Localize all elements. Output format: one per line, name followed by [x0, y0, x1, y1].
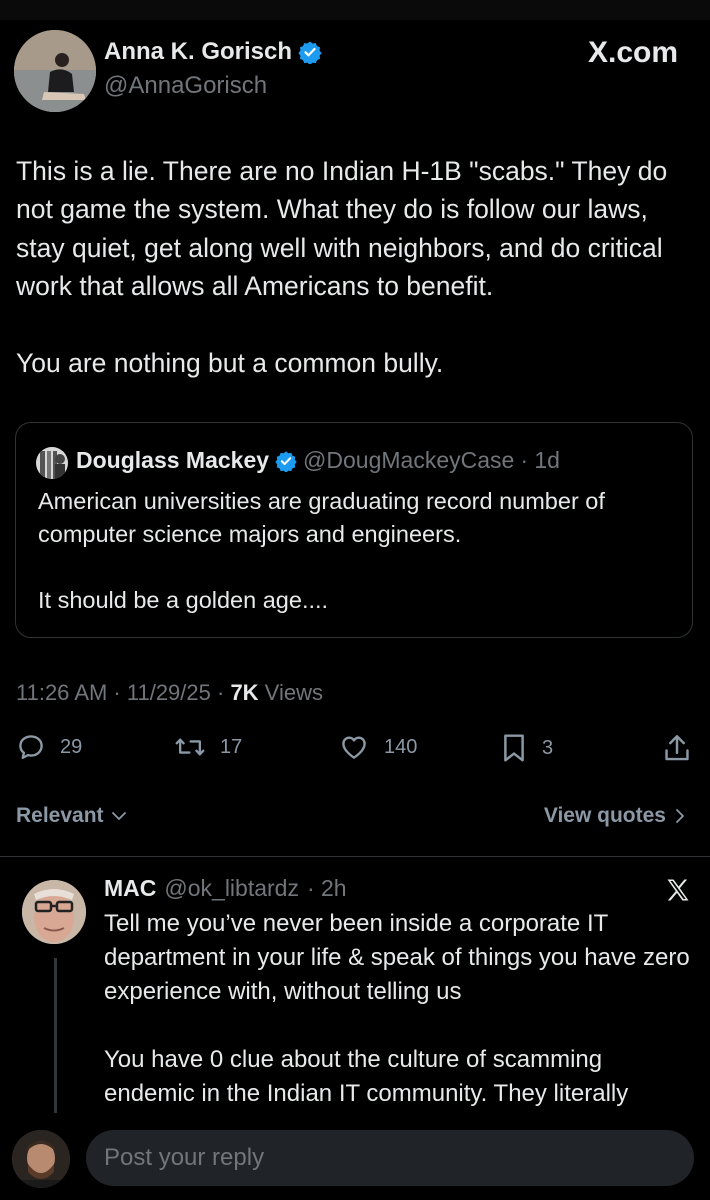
share-button[interactable]	[662, 732, 692, 764]
views-label: Views	[258, 680, 323, 705]
author-handle[interactable]: @AnnaGorisch	[104, 72, 267, 100]
quote-age: · 1d	[520, 447, 560, 473]
site-label: X.com	[587, 36, 678, 69]
reply-author-name[interactable]: MAC	[104, 875, 156, 902]
tweet-paragraph: You are nothing but a common bully.	[16, 347, 444, 378]
reply-paragraph: Tell me you’ve never been inside a corpo…	[104, 910, 690, 1005]
divider	[0, 856, 710, 857]
repost-icon	[175, 738, 205, 756]
author-name[interactable]: Anna K. Gorisch	[104, 38, 292, 66]
quote-paragraph: It should be a golden age....	[38, 587, 329, 613]
tweet-text: This is a lie. There are no Indian H-1B …	[16, 152, 696, 382]
chevron-down-icon	[111, 812, 126, 820]
verified-badge-icon	[275, 450, 297, 472]
view-quotes-label: View quotes	[543, 804, 666, 827]
reply-button[interactable]: 29	[16, 732, 82, 762]
quote-paragraph: American universities are graduating rec…	[38, 488, 605, 547]
repost-button[interactable]: 17	[174, 732, 242, 762]
chevron-right-icon	[676, 809, 684, 823]
thread-line	[54, 958, 57, 1113]
x-logo-icon	[667, 879, 689, 901]
current-user-avatar[interactable]	[12, 1130, 70, 1188]
tweet-meta: 11:26 AM · 11/29/25 · 7K Views	[16, 680, 323, 706]
status-bar	[0, 0, 710, 20]
repost-count: 17	[220, 735, 243, 758]
like-button[interactable]: 140	[338, 732, 417, 762]
bookmark-icon	[504, 734, 524, 762]
view-quotes-link[interactable]: View quotes	[544, 804, 688, 828]
like-count: 140	[384, 735, 418, 758]
tweet-timestamp[interactable]: 11:26 AM · 11/29/25 ·	[16, 680, 230, 705]
sort-dropdown[interactable]: Relevant	[16, 804, 128, 828]
quote-author-avatar	[36, 447, 68, 479]
share-icon	[665, 735, 689, 761]
verified-badge-icon	[298, 41, 322, 64]
quote-author-name: Douglass Mackey	[76, 447, 270, 473]
quote-author-handle: @DougMackeyCase	[303, 447, 515, 473]
bookmark-count: 3	[542, 736, 554, 759]
reply-author-handle[interactable]: @ok_libtardz	[164, 875, 299, 902]
reply-age: · 2h	[306, 875, 347, 901]
sort-label: Relevant	[16, 804, 104, 827]
bookmark-button[interactable]: 3	[500, 732, 553, 764]
reply-input[interactable]: Post your reply	[86, 1130, 694, 1186]
tweet-paragraph: This is a lie. There are no Indian H-1B …	[16, 156, 668, 302]
reply-count: 29	[60, 735, 83, 758]
reply-icon	[19, 735, 43, 760]
reply-paragraph: You have 0 clue about the culture of sca…	[104, 1046, 629, 1107]
quote-text: American universities are graduating rec…	[38, 485, 678, 617]
reply-text: Tell me you’ve never been inside a corpo…	[104, 907, 694, 1111]
author-avatar[interactable]	[14, 30, 96, 112]
heart-icon	[342, 736, 366, 759]
views-count: 7K	[230, 680, 259, 705]
reply-author-avatar[interactable]	[22, 880, 86, 944]
quoted-tweet-card[interactable]: Douglass Mackey @DougMackeyCase · 1d Ame…	[15, 422, 693, 638]
